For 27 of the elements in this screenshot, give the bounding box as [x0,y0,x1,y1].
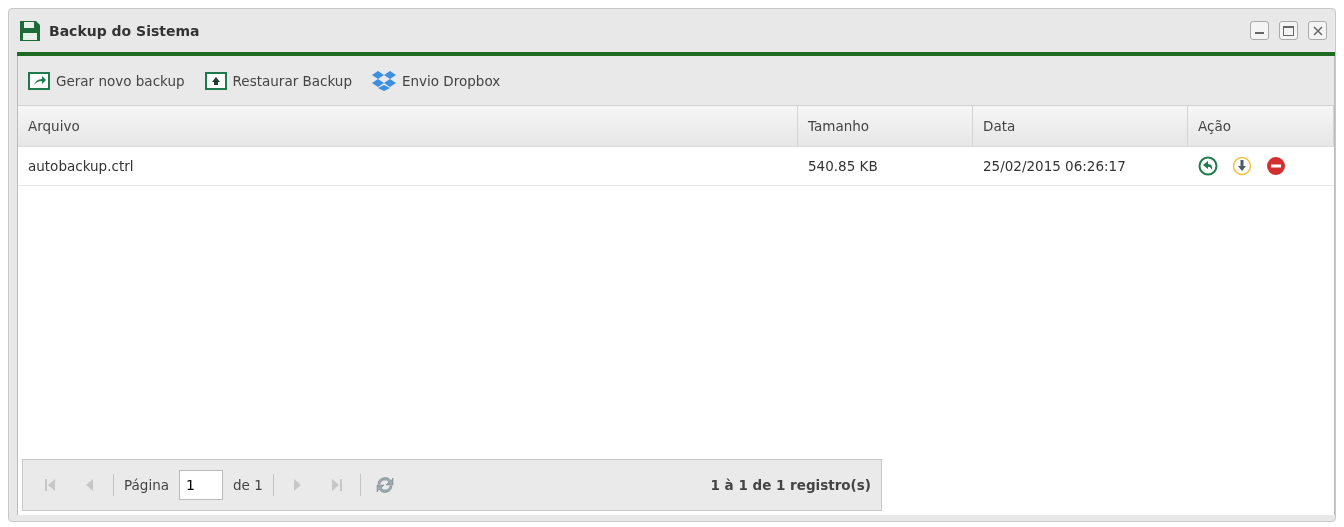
toolbar-button[interactable]: Restaurar Backup [204,71,352,90]
close-icon [1312,25,1323,36]
upload-icon [204,71,227,90]
toolbar-button[interactable]: Envio Dropbox [372,69,501,92]
table-cell-text: 25/02/2015 06:26:17 [982,157,1127,176]
delete-icon[interactable] [1266,156,1286,176]
undo-icon[interactable] [1198,156,1218,176]
toolbar-button[interactable]: Gerar novo backup [28,71,185,90]
page-label: Página [124,477,169,493]
column-header[interactable]: Arquivo [18,106,798,146]
page-count: de 1 [232,477,263,493]
minimize-button[interactable] [1250,21,1269,40]
maximize-button[interactable] [1279,21,1298,40]
maximize-icon [1283,25,1294,36]
download-icon[interactable] [1232,156,1252,176]
column-header[interactable]: Ação [1188,106,1334,146]
column-header[interactable]: Tamanho [798,106,973,146]
dropbox-icon [372,69,396,92]
record-count: 1 à 1 de 1 registro(s) [710,477,871,493]
column-header[interactable]: Data [973,106,1188,146]
table-cell-text: autobackup.ctrl [27,157,135,176]
first-page-icon [44,477,58,493]
table-cell-text: 540.85 KB [807,157,879,176]
close-button[interactable] [1308,21,1327,40]
page-number-field[interactable]: 1 [178,470,223,500]
window-title: Backup do Sistema [49,22,201,39]
refresh-icon [373,475,396,495]
